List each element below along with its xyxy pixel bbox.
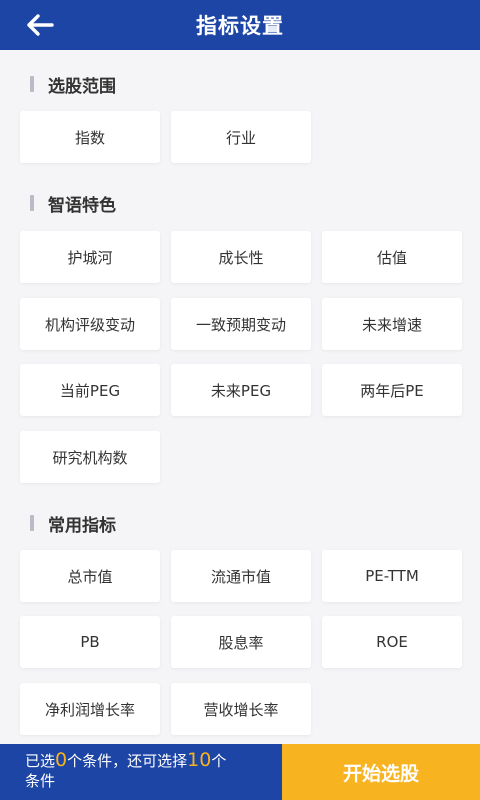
option-float-cap[interactable]: 流通市值 [171, 550, 311, 602]
selection-summary: 已选0个条件，还可选择10个条件 [0, 744, 282, 800]
option-future-growth[interactable]: 未来增速 [322, 298, 462, 350]
option-consensus-change[interactable]: 一致预期变动 [171, 298, 311, 350]
section-header-common: 常用指标 [30, 511, 116, 536]
option-valuation[interactable]: 估值 [322, 231, 462, 283]
option-moat[interactable]: 护城河 [20, 231, 160, 283]
section-header-features: 智语特色 [30, 191, 116, 216]
footer-bar: 已选0个条件，还可选择10个条件 开始选股 [0, 744, 480, 800]
option-roe[interactable]: ROE [322, 616, 462, 668]
option-pe-ttm[interactable]: PE-TTM [322, 550, 462, 602]
option-growth[interactable]: 成长性 [171, 231, 311, 283]
option-future-peg[interactable]: 未来PEG [171, 364, 311, 416]
option-revenue-growth[interactable]: 营收增长率 [171, 683, 311, 735]
option-pe-2y[interactable]: 两年后PE [322, 364, 462, 416]
summary-text: 已选 [25, 752, 56, 770]
header-bar: 指标设置 [0, 0, 480, 50]
section-title: 常用指标 [48, 515, 116, 536]
page-title: 指标设置 [196, 14, 284, 38]
option-research-count[interactable]: 研究机构数 [20, 431, 160, 483]
option-pb[interactable]: PB [20, 616, 160, 668]
option-dividend-yield[interactable]: 股息率 [171, 616, 311, 668]
remaining-count: 10 [187, 749, 212, 771]
option-industry[interactable]: 行业 [171, 111, 311, 163]
section-marker [30, 76, 34, 92]
summary-text: 条件 [25, 772, 56, 790]
summary-text: 个条件，还可选择 [67, 752, 188, 770]
section-title: 选股范围 [48, 76, 116, 97]
section-header-scope: 选股范围 [30, 72, 116, 97]
summary-text: 个 [211, 752, 227, 770]
option-rating-change[interactable]: 机构评级变动 [20, 298, 160, 350]
section-title: 智语特色 [48, 195, 116, 216]
selected-count: 0 [55, 749, 68, 771]
section-marker [30, 195, 34, 211]
indicator-list[interactable]: 选股范围 指数 行业 智语特色 护城河 成长性 估值 机构评级变动 一致预期变动… [0, 50, 480, 744]
arrow-left-icon [27, 14, 54, 36]
option-index[interactable]: 指数 [20, 111, 160, 163]
option-market-cap[interactable]: 总市值 [20, 550, 160, 602]
option-current-peg[interactable]: 当前PEG [20, 364, 160, 416]
start-screening-button[interactable]: 开始选股 [282, 744, 480, 800]
option-net-profit-growth[interactable]: 净利润增长率 [20, 683, 160, 735]
back-button[interactable] [24, 10, 56, 40]
section-marker [30, 515, 34, 531]
